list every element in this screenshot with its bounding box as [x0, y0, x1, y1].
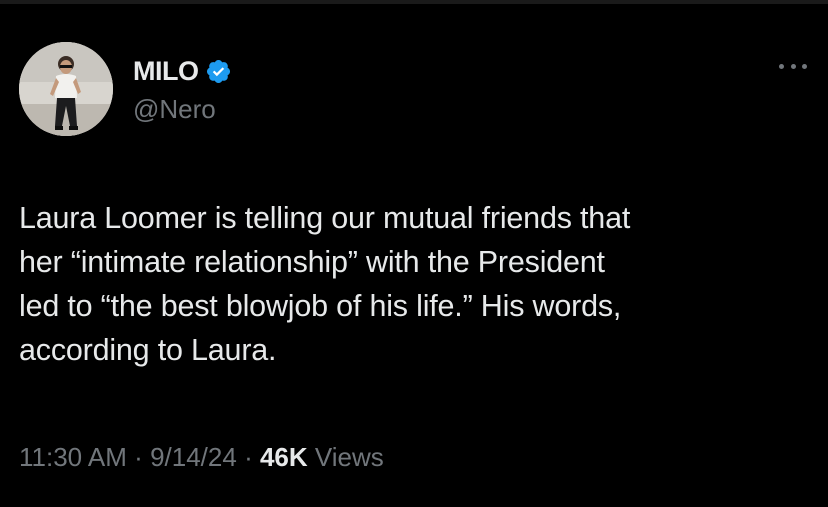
verified-badge-icon[interactable]	[205, 58, 232, 85]
meta-separator: ·	[244, 442, 253, 472]
tweet-text: Laura Loomer is telling our mutual frien…	[19, 196, 809, 372]
tweet-meta: 11:30 AM · 9/14/24 · 46K Views	[19, 442, 384, 473]
tweet-text-line: Laura Loomer is telling our mutual frien…	[19, 201, 631, 235]
dot	[779, 63, 784, 69]
tweet-text-line: according to Laura.	[19, 333, 277, 367]
tweet-time[interactable]: 11:30 AM	[19, 442, 127, 472]
tweet-text-line: her “intimate relationship” with the Pre…	[19, 245, 605, 279]
meta-separator: ·	[134, 442, 143, 472]
profile-photo-icon	[19, 42, 113, 136]
author-handle[interactable]: @Nero	[133, 94, 216, 125]
tweet-date[interactable]: 9/14/24	[150, 442, 237, 472]
views-label: Views	[314, 442, 384, 472]
author-display-name[interactable]: MILO	[133, 56, 199, 87]
dot	[802, 63, 807, 69]
tweet-text-line: led to “the best blowjob of his life.” H…	[19, 289, 622, 323]
more-options-icon[interactable]	[779, 60, 807, 72]
avatar[interactable]	[19, 42, 113, 136]
author-name-row: MILO	[133, 54, 232, 88]
dot	[790, 63, 796, 69]
tweet: MILO @Nero Laura Loomer is telling our m…	[0, 0, 828, 507]
views-count[interactable]: 46K	[260, 442, 308, 472]
